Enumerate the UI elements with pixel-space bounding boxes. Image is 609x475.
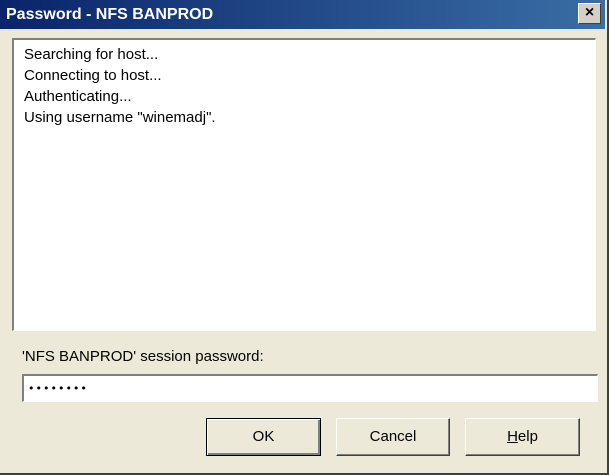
connection-log: Searching for host... Connecting to host…	[12, 38, 596, 331]
cancel-button[interactable]: Cancel	[336, 418, 450, 456]
log-line-connecting: Connecting to host...	[24, 67, 162, 84]
close-button[interactable]: ×	[578, 3, 601, 24]
log-line-username: Using username "winemadj".	[24, 109, 216, 126]
help-label-rest: elp	[517, 428, 538, 445]
ok-button[interactable]: OK	[206, 418, 321, 456]
window-title: Password - NFS BANPROD	[6, 6, 214, 23]
password-dialog: Password - NFS BANPROD × Searching for h…	[0, 0, 609, 475]
help-button[interactable]: Help	[465, 418, 580, 456]
help-accelerator: H	[507, 428, 518, 445]
title-bar[interactable]: Password - NFS BANPROD ×	[0, 0, 605, 29]
log-line-authenticating: Authenticating...	[24, 88, 132, 105]
log-line-searching: Searching for host...	[24, 46, 159, 63]
close-icon: ×	[584, 4, 595, 21]
password-prompt-label: 'NFS BANPROD' session password:	[22, 348, 264, 365]
password-input[interactable]	[22, 374, 598, 402]
